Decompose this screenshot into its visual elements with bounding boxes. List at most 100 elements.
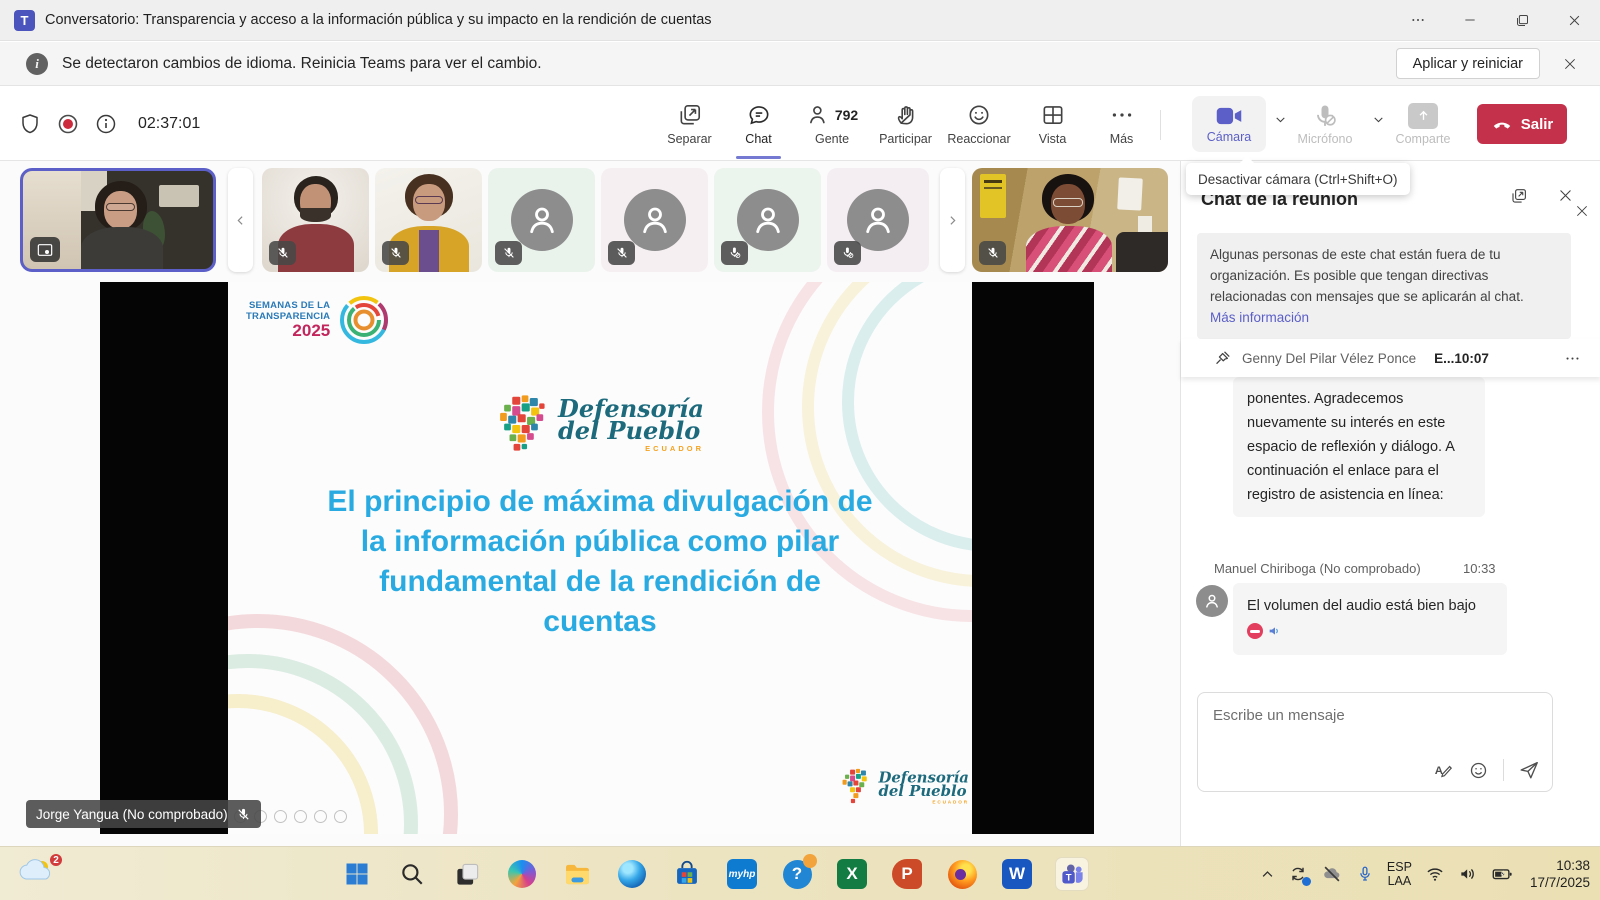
spotlight-video-tile[interactable] (972, 168, 1168, 272)
participant-video-tile[interactable] (262, 168, 369, 272)
windows-taskbar: 2 myhp ? X P W T E (0, 846, 1600, 900)
toolbar-divider (1160, 110, 1161, 140)
apply-restart-button[interactable]: Aplicar y reiniciar (1396, 48, 1540, 79)
defensoria-logo-small: Defensoría del Pueblo ECUADOR (840, 768, 969, 806)
decorative-ring (228, 614, 458, 834)
battery-icon[interactable] (1491, 863, 1513, 885)
mic-muted-icon (495, 241, 522, 265)
tray-expand-icon[interactable] (1260, 867, 1275, 882)
system-tray: ESP LAA 10:38 17/7/2025 (1260, 847, 1590, 900)
pinned-more-icon[interactable] (1564, 350, 1581, 367)
teams-logo-icon: T (14, 10, 35, 31)
view-button[interactable]: Vista (1018, 87, 1087, 161)
hp-support-icon[interactable]: ? (780, 857, 814, 891)
camera-options-chevron[interactable] (1274, 113, 1287, 126)
self-video-tile[interactable] (20, 168, 216, 272)
pinned-message-bar[interactable]: Genny Del Pilar Vélez Ponce E...10:07 (1181, 339, 1600, 377)
format-icon[interactable]: A (1433, 760, 1454, 781)
no-entry-emoji (1247, 623, 1263, 639)
participant-video-tile[interactable] (375, 168, 482, 272)
people-button[interactable]: 792 Gente (793, 87, 871, 161)
chat-close-icon[interactable] (1557, 187, 1574, 204)
edge-icon[interactable] (615, 857, 649, 891)
emoji-icon[interactable] (1468, 760, 1489, 781)
window-controls (1392, 0, 1600, 41)
search-button[interactable] (395, 857, 429, 891)
message-time: 10:33 (1463, 561, 1496, 576)
raise-hand-button[interactable]: Participar (871, 87, 940, 161)
ecuador-mosaic-icon (840, 768, 873, 806)
more-info-link[interactable]: Más información (1210, 310, 1309, 325)
letterbox-right (972, 282, 1094, 834)
minimize-icon[interactable] (1444, 0, 1496, 41)
microphone-muted-icon (1311, 102, 1339, 130)
toolbar-actions: Separar Chat 792 Gente Participar Rea (655, 87, 1156, 161)
meeting-toolbar: 02:37:01 Separar Chat 792 Gente P (0, 87, 1600, 161)
start-button[interactable] (340, 857, 374, 891)
people-icon (806, 102, 832, 128)
onedrive-paused-icon[interactable] (1321, 863, 1343, 885)
shield-icon[interactable] (18, 112, 42, 136)
mic-muted-icon (608, 241, 635, 265)
participant-avatar-tile[interactable] (714, 168, 821, 272)
share-button[interactable]: Comparte (1388, 96, 1458, 152)
window-more-icon[interactable] (1392, 0, 1444, 41)
slide-title: El principio de máxima divulgación de la… (280, 482, 920, 642)
word-icon[interactable]: W (1000, 857, 1034, 891)
banner-close-icon[interactable] (1548, 56, 1592, 72)
sync-icon[interactable] (1288, 864, 1308, 884)
message-input[interactable] (1213, 707, 1513, 724)
pinned-author: Genny Del Pilar Vélez Ponce (1242, 351, 1416, 366)
presenter-name-label: Jorge Yangua (No comprobado) (26, 800, 261, 828)
picture-in-picture-icon[interactable] (30, 237, 60, 262)
popout-icon (677, 102, 703, 128)
more-button[interactable]: Más (1087, 87, 1156, 161)
task-view-button[interactable] (450, 857, 484, 891)
volume-icon[interactable] (1458, 864, 1478, 884)
mic-muted-icon (269, 241, 296, 265)
chat-popout-icon[interactable] (1510, 187, 1528, 205)
microphone-button[interactable]: Micrófono (1292, 96, 1358, 152)
banner-message: Se detectaron cambios de idioma. Reinici… (62, 55, 542, 73)
widgets-badge: 2 (48, 852, 64, 868)
powerpoint-icon[interactable]: P (890, 857, 924, 891)
participant-avatar-tile[interactable] (827, 168, 929, 272)
participant-avatar-tile[interactable] (601, 168, 708, 272)
clock[interactable]: 10:38 17/7/2025 (1530, 857, 1590, 891)
shared-presentation-slide: SEMANAS DE LA TRANSPARENCIA 2025 Defen (228, 282, 972, 834)
copilot-icon[interactable] (505, 857, 539, 891)
camera-icon (1215, 104, 1243, 128)
teams-icon[interactable]: T (1055, 857, 1089, 891)
chat-panel: Chat de la reunión Algunas personas de e… (1180, 161, 1600, 846)
breakout-button[interactable]: Separar (655, 87, 724, 161)
myhp-icon[interactable]: myhp (725, 857, 759, 891)
message-author: Manuel Chiriboga (No comprobado) (1214, 561, 1421, 576)
close-icon[interactable] (1548, 0, 1600, 41)
tray-microphone-icon[interactable] (1356, 865, 1374, 883)
firefox-icon[interactable] (945, 857, 979, 891)
wifi-icon[interactable] (1425, 864, 1445, 884)
filmstrip-next-button[interactable] (940, 168, 965, 272)
grid-view-icon (1040, 102, 1066, 128)
camera-button[interactable]: Cámara (1192, 96, 1266, 152)
react-button[interactable]: Reaccionar (940, 87, 1018, 161)
transparency-weeks-logo: SEMANAS DE LA TRANSPARENCIA 2025 (246, 294, 390, 346)
send-icon[interactable] (1518, 759, 1540, 781)
leave-button[interactable]: Salir (1477, 104, 1567, 144)
microphone-options-chevron[interactable] (1372, 113, 1385, 126)
widgets-button[interactable]: 2 (18, 856, 62, 892)
excel-icon[interactable]: X (835, 857, 869, 891)
chat-message: ponentes. Agradecemos nuevamente su inte… (1233, 377, 1485, 517)
filmstrip-prev-button[interactable] (228, 168, 253, 272)
chat-button[interactable]: Chat (724, 87, 793, 161)
notice-close-icon[interactable] (1574, 203, 1590, 219)
participant-avatar-tile[interactable] (488, 168, 595, 272)
clock-date: 17/7/2025 (1530, 874, 1590, 891)
file-explorer-icon[interactable] (560, 857, 594, 891)
microsoft-store-icon[interactable] (670, 857, 704, 891)
language-indicator[interactable]: ESP LAA (1387, 860, 1412, 888)
hangup-icon (1491, 113, 1513, 135)
meeting-info-icon[interactable] (94, 112, 118, 136)
restore-icon[interactable] (1496, 0, 1548, 41)
pinned-meta: E...10:07 (1434, 351, 1489, 366)
